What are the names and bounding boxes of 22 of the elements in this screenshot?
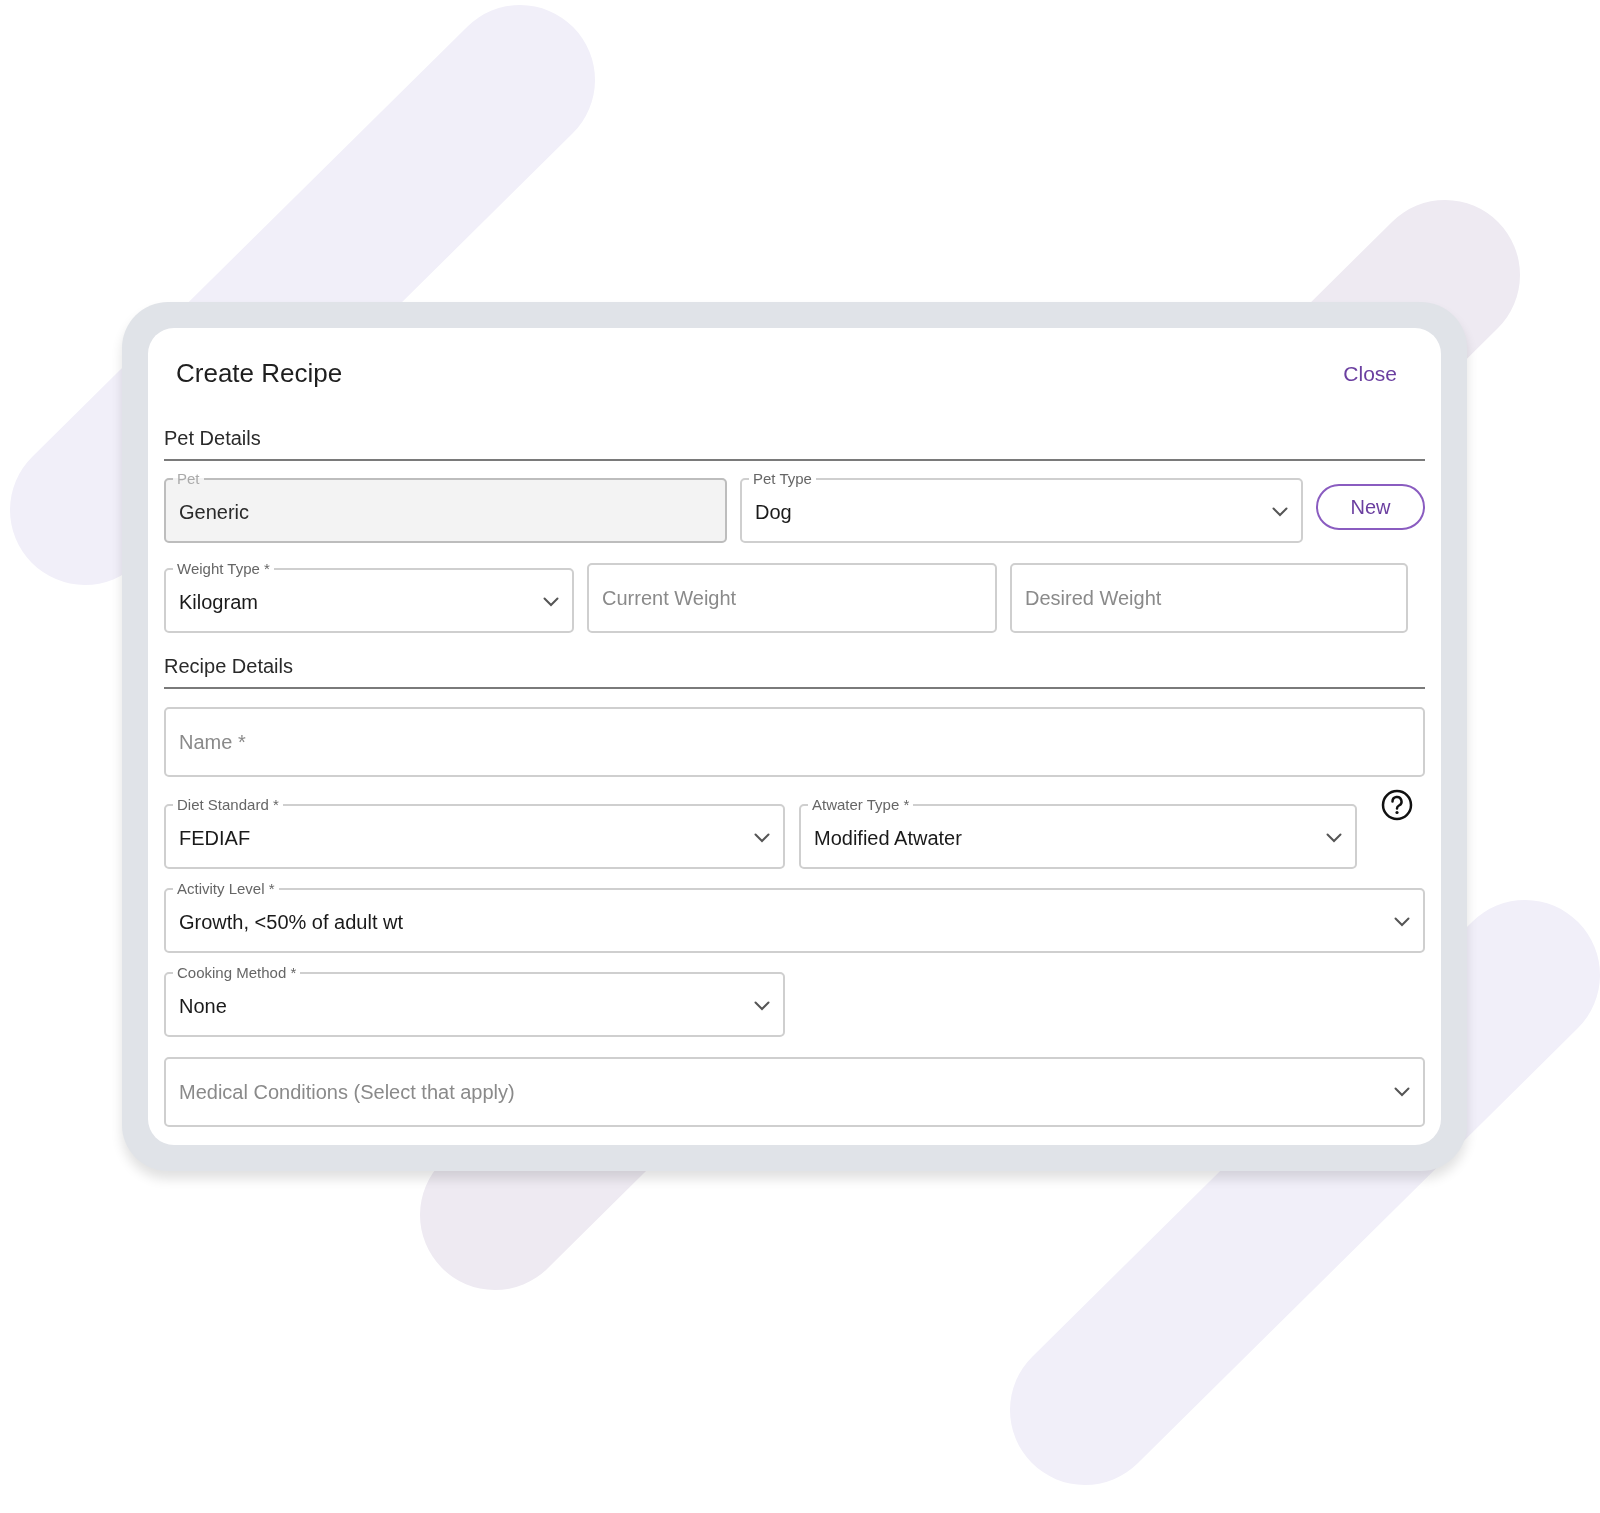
new-button[interactable]: New — [1316, 484, 1425, 530]
dropdown-field[interactable]: Weight Type * Kilogram — [164, 561, 574, 633]
chevron-down-icon — [1394, 1087, 1410, 1097]
help-icon[interactable] — [1381, 789, 1413, 821]
dialog-title: Create Recipe — [176, 357, 343, 390]
section-heading: Pet Details — [164, 427, 261, 449]
text-field[interactable]: Current Weight — [587, 563, 997, 633]
dropdown-field[interactable]: Atwater Type * Modified Atwater — [799, 797, 1357, 869]
dropdown-field[interactable]: Diet Standard * FEDIAF — [164, 797, 785, 869]
chevron-down-icon — [1326, 833, 1342, 843]
dropdown-field[interactable]: Activity Level * Growth, <50% of adult wt — [164, 881, 1425, 953]
chevron-down-icon — [543, 597, 559, 607]
close-link[interactable]: Close — [1343, 357, 1397, 390]
chevron-down-icon — [1272, 507, 1288, 517]
section-heading: Recipe Details — [164, 655, 293, 677]
chevron-down-icon — [754, 1001, 770, 1011]
chevron-down-icon — [754, 833, 770, 843]
text-field[interactable]: Name * — [164, 707, 1425, 777]
chevron-down-icon — [1394, 917, 1410, 927]
text-field[interactable]: Desired Weight — [1010, 563, 1408, 633]
dropdown-field[interactable]: Cooking Method * None — [164, 965, 785, 1037]
dropdown-field[interactable]: Pet Type Dog — [740, 471, 1303, 543]
